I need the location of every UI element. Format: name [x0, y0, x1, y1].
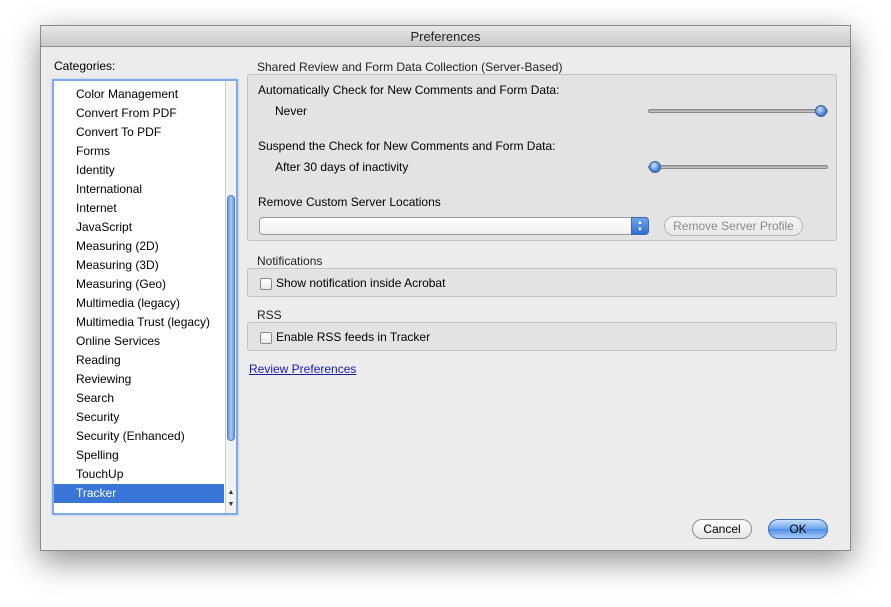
- category-item-internet[interactable]: Internet: [54, 199, 224, 218]
- category-item-tracker[interactable]: Tracker: [54, 484, 224, 503]
- remove-server-label: Remove Custom Server Locations: [258, 195, 441, 209]
- suspend-value: After 30 days of inactivity: [275, 160, 409, 174]
- preferences-window: Preferences Categories: Color Management…: [40, 25, 851, 551]
- category-item-international[interactable]: International: [54, 180, 224, 199]
- suspend-slider[interactable]: [648, 165, 828, 169]
- ok-button[interactable]: OK: [768, 519, 828, 539]
- categories-label: Categories:: [54, 59, 116, 73]
- auto-check-slider-knob[interactable]: [815, 105, 827, 117]
- rss-group: Enable RSS feeds in Tracker: [247, 322, 837, 351]
- shared-review-title: Shared Review and Form Data Collection (…: [257, 60, 563, 74]
- enable-rss-label[interactable]: Enable RSS feeds in Tracker: [276, 330, 430, 344]
- category-item-security[interactable]: Security: [54, 408, 224, 427]
- auto-check-slider[interactable]: [648, 109, 828, 113]
- category-item-javascript[interactable]: JavaScript: [54, 218, 224, 237]
- category-item-measuring-2d[interactable]: Measuring (2D): [54, 237, 224, 256]
- window-title: Preferences: [41, 26, 850, 47]
- cancel-button[interactable]: Cancel: [692, 519, 752, 539]
- category-item-spelling[interactable]: Spelling: [54, 446, 224, 465]
- category-item-multimedia-legacy[interactable]: Multimedia (legacy): [54, 294, 224, 313]
- category-item-measuring-3d[interactable]: Measuring (3D): [54, 256, 224, 275]
- remove-server-profile-button[interactable]: Remove Server Profile: [664, 216, 803, 236]
- notifications-title: Notifications: [257, 254, 323, 268]
- category-item-reviewing[interactable]: Reviewing: [54, 370, 224, 389]
- category-item-reading[interactable]: Reading: [54, 351, 224, 370]
- category-item-touchup[interactable]: TouchUp: [54, 465, 224, 484]
- shared-review-group: Automatically Check for New Comments and…: [247, 74, 837, 241]
- show-notification-checkbox[interactable]: [260, 278, 272, 290]
- show-notification-label[interactable]: Show notification inside Acrobat: [276, 276, 445, 290]
- suspend-label: Suspend the Check for New Comments and F…: [258, 139, 556, 153]
- review-preferences-link[interactable]: Review Preferences: [249, 362, 356, 376]
- category-item-color-management[interactable]: Color Management: [54, 85, 224, 104]
- enable-rss-checkbox[interactable]: [260, 332, 272, 344]
- auto-check-label: Automatically Check for New Comments and…: [258, 83, 560, 97]
- auto-check-value: Never: [275, 104, 308, 118]
- category-item-forms[interactable]: Forms: [54, 142, 224, 161]
- category-item-convert-from-pdf[interactable]: Convert From PDF: [54, 104, 224, 123]
- select-arrows-icon: ▲ ▼: [631, 217, 649, 235]
- notifications-group: Show notification inside Acrobat: [247, 268, 837, 297]
- category-item-online-services[interactable]: Online Services: [54, 332, 224, 351]
- scroll-up-arrow-icon[interactable]: ▲: [226, 487, 236, 498]
- categories-list[interactable]: Color Management Convert From PDF Convert …: [52, 79, 238, 515]
- category-item-convert-to-pdf[interactable]: Convert To PDF: [54, 123, 224, 142]
- category-item-measuring-geo[interactable]: Measuring (Geo): [54, 275, 224, 294]
- category-item-identity[interactable]: Identity: [54, 161, 224, 180]
- scrollbar-thumb[interactable]: [227, 195, 235, 441]
- category-item-security-enhanced[interactable]: Security (Enhanced): [54, 427, 224, 446]
- server-location-select[interactable]: ▲ ▼: [259, 217, 649, 235]
- categories-scrollbar[interactable]: ▲ ▼: [225, 81, 236, 513]
- rss-title: RSS: [257, 308, 282, 322]
- scroll-down-arrow-icon[interactable]: ▼: [226, 499, 236, 510]
- category-item-search[interactable]: Search: [54, 389, 224, 408]
- category-item-multimedia-trust-legacy[interactable]: Multimedia Trust (legacy): [54, 313, 224, 332]
- suspend-slider-knob[interactable]: [649, 161, 661, 173]
